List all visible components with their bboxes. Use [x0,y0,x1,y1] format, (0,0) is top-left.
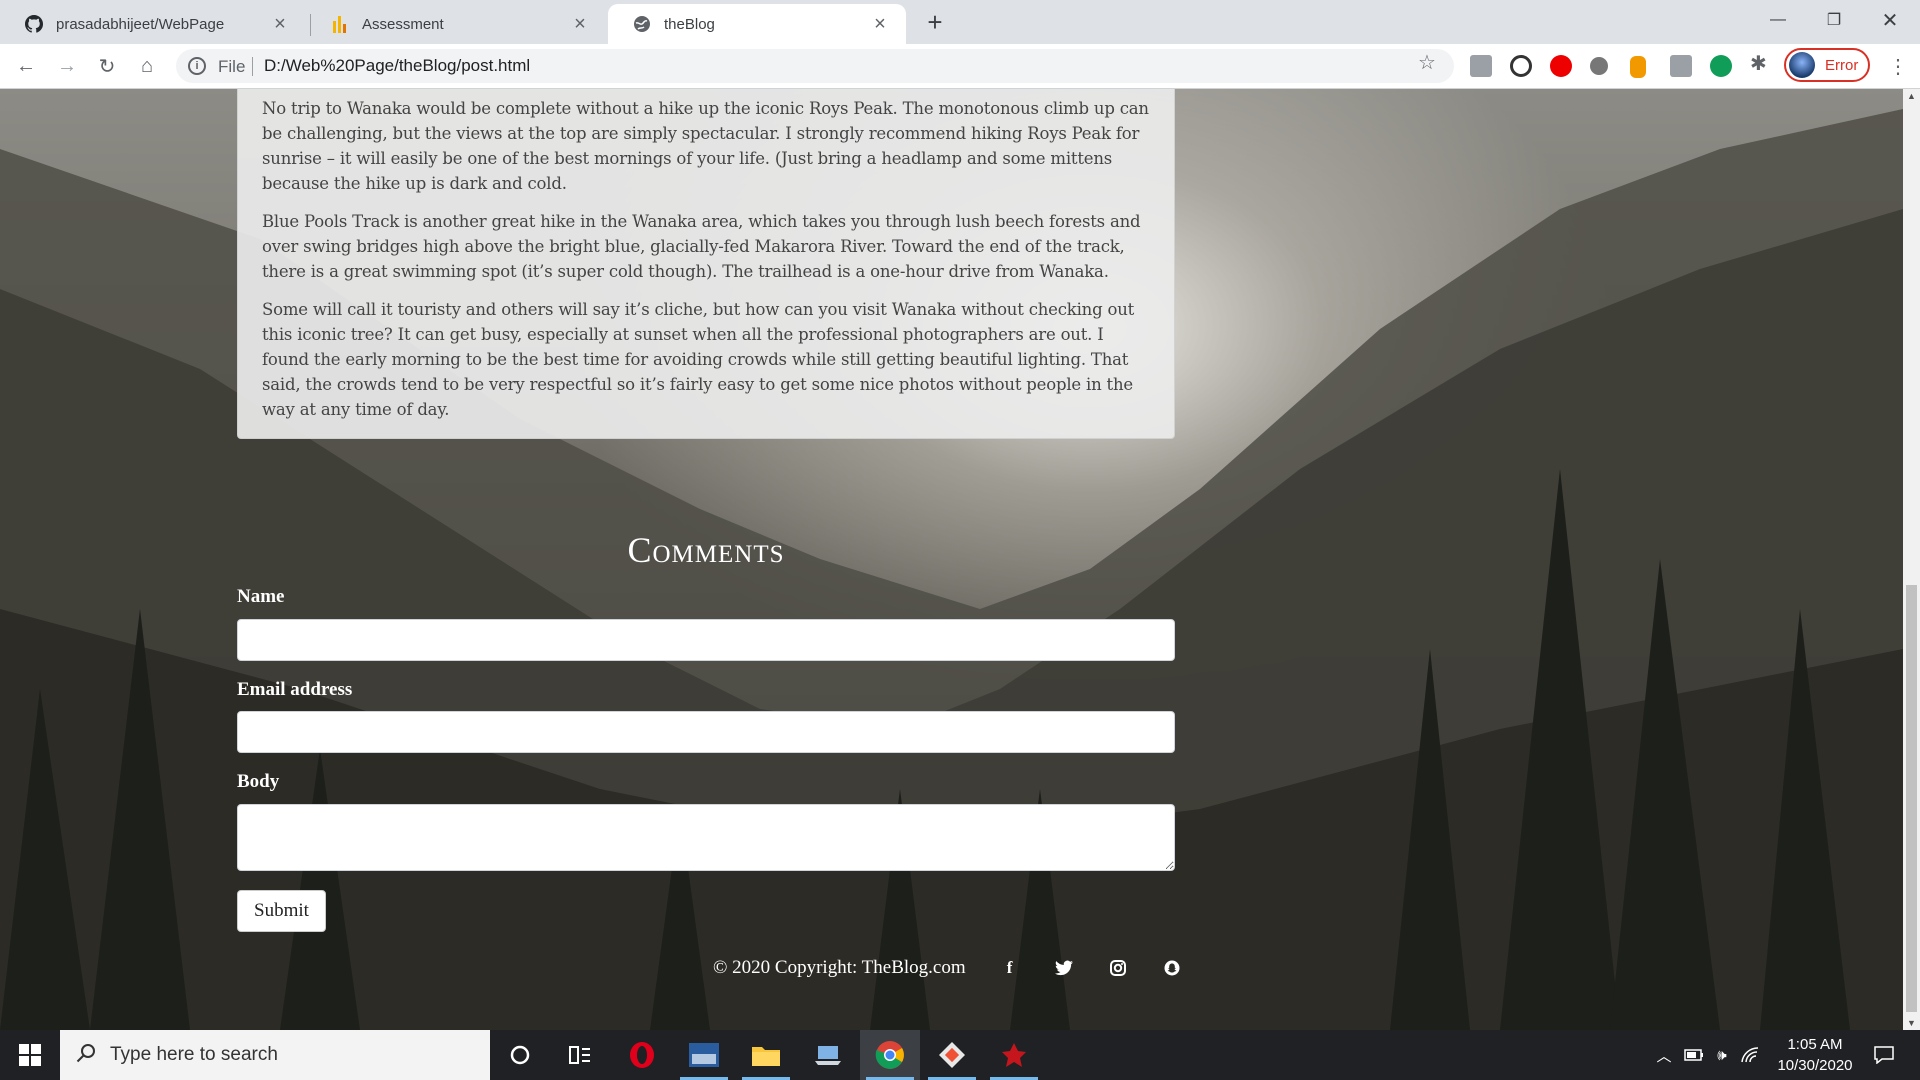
back-icon[interactable]: ← [12,52,40,80]
email-label: Email address [237,679,353,700]
opera-extension-icon[interactable] [1550,55,1572,77]
info-icon[interactable]: i [188,57,206,75]
article-paragraph: No trip to Wanaka would be complete with… [262,99,1149,193]
footer: © 2020 Copyright: TheBlog.com f [713,957,1182,979]
twitter-icon[interactable] [1054,958,1074,978]
avatar [1789,52,1815,78]
opera-icon[interactable] [612,1030,672,1080]
more-menu-icon[interactable]: ⋮ [1888,54,1908,79]
git-app-icon[interactable] [922,1030,982,1080]
email-input[interactable] [237,711,1175,753]
article-paragraph: Blue Pools Track is another great hike i… [262,212,1141,281]
article-card: No trip to Wanaka would be complete with… [237,89,1175,439]
browser-tab-strip: prasadabhijeet/WebPage × Assessment × th… [0,0,1920,44]
pdf-extension-icon[interactable] [1470,55,1492,77]
translate-extension-icon[interactable] [1670,55,1692,77]
address-bar[interactable]: i File D:/Web%20Page/theBlog/post.html [176,49,1454,83]
extensions-puzzle-icon[interactable]: ✱ [1750,51,1772,75]
tab-title: prasadabhijeet/WebPage [56,15,225,33]
restore-button[interactable]: ❐ [1806,0,1862,40]
tab-title: Assessment [362,15,444,33]
comments-heading: Comments [627,530,785,570]
divider [252,57,253,76]
circle-extension-icon[interactable] [1590,57,1608,75]
battery-icon[interactable] [1682,1030,1706,1080]
scrollbar-thumb[interactable] [1906,585,1917,1012]
new-tab-button[interactable]: + [920,8,950,38]
article-paragraph: Some will call it touristy and others wi… [262,300,1135,419]
minimize-button[interactable]: — [1750,0,1806,40]
body-textarea[interactable] [237,804,1175,871]
close-tab-icon[interactable]: × [268,13,292,36]
bookmark-star-icon[interactable]: ☆ [1418,50,1436,75]
windows-start-icon[interactable] [0,1030,60,1080]
wifi-icon[interactable] [1738,1030,1762,1080]
body-label: Body [237,771,280,792]
close-tab-icon[interactable]: × [568,13,592,36]
reload-icon[interactable]: ↻ [93,52,121,80]
copyright-text: © 2020 Copyright: TheBlog.com [713,957,966,978]
taskbar-search[interactable]: Type here to search [60,1030,490,1080]
forward-icon[interactable]: → [53,52,81,80]
taskbar: Type here to search ︿ 🕪 1:05 AM 10/30/20… [0,1030,1920,1080]
url-text[interactable]: D:/Web%20Page/theBlog/post.html [264,56,530,76]
search-placeholder: Type here to search [110,1044,278,1065]
show-hidden-icons[interactable]: ︿ [1652,1030,1676,1080]
snapchat-icon[interactable] [1162,958,1182,978]
page-viewport: No trip to Wanaka would be complete with… [0,89,1903,1030]
clock-date: 10/30/2020 [1777,1057,1853,1074]
chrome-icon[interactable] [860,1030,920,1080]
green-extension-icon[interactable] [1710,55,1732,77]
red-app-icon[interactable] [984,1030,1044,1080]
laptop-app-icon[interactable] [798,1030,858,1080]
profile-button[interactable]: Error [1784,48,1870,82]
search-icon [76,1043,96,1068]
volume-icon[interactable]: 🕪 [1710,1030,1734,1080]
task-view-icon[interactable] [550,1030,610,1080]
globe-icon [632,14,652,34]
submit-button[interactable]: Submit [237,890,326,932]
file-explorer-icon[interactable] [736,1030,796,1080]
name-label: Name [237,586,285,607]
github-icon [24,14,44,34]
scheme-label: File [218,57,246,76]
close-tab-icon[interactable]: × [868,13,892,36]
tab-theblog[interactable]: theBlog × [608,4,906,44]
name-input[interactable] [237,619,1175,661]
instagram-icon[interactable] [1108,958,1128,978]
tab-assessment[interactable]: Assessment × [306,4,606,44]
browser-toolbar: ← → ↻ ⌂ i File D:/Web%20Page/theBlog/pos… [0,44,1920,89]
notifications-icon[interactable] [1864,1030,1904,1080]
clock-time: 1:05 AM [1787,1036,1843,1053]
scroll-down-icon[interactable]: ▼ [1906,1018,1917,1028]
sync-extension-icon[interactable] [1510,55,1532,77]
profile-status: Error [1825,56,1859,74]
battery-extension-icon[interactable] [1630,56,1646,78]
page-scrollbar[interactable]: ▲ ▼ [1903,89,1920,1030]
tab-github[interactable]: prasadabhijeet/WebPage × [0,4,306,44]
home-icon[interactable]: ⌂ [133,52,161,80]
bars-icon [330,14,350,34]
cortana-icon[interactable] [490,1030,550,1080]
close-window-button[interactable]: ✕ [1862,0,1918,40]
facebook-icon[interactable]: f [1000,958,1020,978]
tab-title: theBlog [664,15,715,33]
taskbar-clock[interactable]: 1:05 AM 10/30/2020 [1770,1034,1860,1076]
photos-app-icon[interactable] [674,1030,734,1080]
scroll-up-icon[interactable]: ▲ [1906,91,1917,101]
